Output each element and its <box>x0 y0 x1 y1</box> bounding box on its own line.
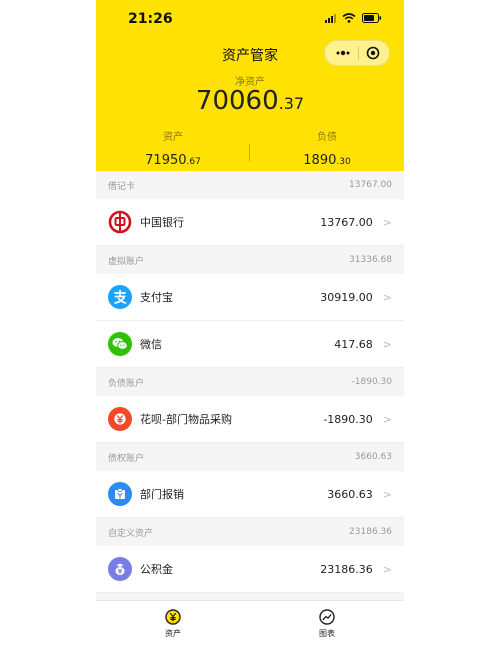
liabilities-label: 负债 <box>317 132 337 143</box>
huabei-icon <box>108 407 132 431</box>
chevron-right-icon: > <box>382 337 392 351</box>
account-list: 借记卡 13767.00 中国银行 13767.00 > 虚拟账户 31336.… <box>96 171 404 593</box>
signal-icon <box>325 13 336 23</box>
trend-chart-icon <box>319 609 335 625</box>
wifi-icon <box>342 13 356 23</box>
account-name: 部门报销 <box>140 488 184 501</box>
liabilities-int: 1890 <box>303 153 337 168</box>
section-title: 自定义资产 <box>108 528 154 539</box>
reimbursement-icon <box>108 482 132 506</box>
account-row-housing-fund[interactable]: 公积金 23186.36 > <box>96 546 404 593</box>
tab-charts[interactable]: 图表 <box>250 601 404 648</box>
account-name: 花呗-部门物品采购 <box>140 413 232 426</box>
account-row-wechat[interactable]: 微信 417.68 > <box>96 321 404 368</box>
assets-value: 71950.67 <box>96 149 250 168</box>
chevron-right-icon: > <box>382 487 392 501</box>
section-header: 债权账户 3660.63 <box>96 443 404 471</box>
section-header: 负债账户 -1890.30 <box>96 368 404 396</box>
more-dots-icon[interactable] <box>335 50 351 56</box>
account-amount: 417.68 <box>334 337 373 351</box>
chevron-right-icon: > <box>382 290 392 304</box>
account-row-reimbursement[interactable]: 部门报销 3660.63 > <box>96 471 404 518</box>
chevron-right-icon: > <box>382 562 392 576</box>
liabilities-value: 1890.30 <box>250 149 404 168</box>
section-header: 借记卡 13767.00 <box>96 171 404 199</box>
section-title: 债权账户 <box>108 453 145 464</box>
account-row-bank-of-china[interactable]: 中国银行 13767.00 > <box>96 199 404 246</box>
app-screen: 21:26 资产管家 净资产 70060.37 资产 71950.67 负债 1… <box>96 0 404 648</box>
section-header: 自定义资产 23186.36 <box>96 518 404 546</box>
account-amount: 23186.36 <box>320 562 373 576</box>
liabilities-summary: 负债 1890.30 <box>250 128 404 168</box>
asset-header: 21:26 资产管家 净资产 70060.37 资产 71950.67 负债 1… <box>96 0 404 171</box>
tab-label: 图表 <box>319 629 335 638</box>
account-row-huabei[interactable]: 花呗-部门物品采购 -1890.30 > <box>96 396 404 443</box>
bank-of-china-icon <box>108 210 132 234</box>
tab-label: 资产 <box>165 629 181 638</box>
net-assets-int: 70060 <box>195 86 279 116</box>
section-total: 23186.36 <box>349 527 392 537</box>
account-row-alipay[interactable]: 支付宝 30919.00 > <box>96 274 404 321</box>
assets-int: 71950 <box>145 153 187 168</box>
account-amount: 3660.63 <box>327 487 373 501</box>
account-name: 中国银行 <box>140 216 184 229</box>
account-name: 公积金 <box>140 563 173 576</box>
wechat-icon <box>108 332 132 356</box>
liabilities-dec: .30 <box>336 157 351 167</box>
tab-assets[interactable]: 资产 <box>96 601 250 648</box>
account-name: 支付宝 <box>140 291 173 304</box>
section-total: 13767.00 <box>349 180 392 190</box>
section-title: 负债账户 <box>108 378 145 389</box>
section-total: 3660.63 <box>354 452 392 462</box>
assets-label: 资产 <box>163 132 183 143</box>
account-name: 微信 <box>140 338 162 351</box>
battery-icon <box>362 13 382 23</box>
account-amount: 30919.00 <box>320 290 373 304</box>
housing-fund-icon <box>108 557 132 581</box>
bottom-tab-bar: 资产 图表 <box>96 600 404 648</box>
account-amount: 13767.00 <box>320 215 373 229</box>
assets-dec: .67 <box>186 157 201 167</box>
section-header: 虚拟账户 31336.68 <box>96 246 404 274</box>
chevron-right-icon: > <box>382 412 392 426</box>
net-assets-dec: .37 <box>278 94 305 113</box>
chevron-right-icon: > <box>382 215 392 229</box>
net-assets-value: 70060.37 <box>96 86 404 116</box>
section-title: 借记卡 <box>108 181 136 192</box>
status-time: 21:26 <box>128 11 173 27</box>
close-target-icon[interactable] <box>366 46 380 60</box>
assets-summary: 资产 71950.67 <box>96 128 250 168</box>
yen-coin-icon <box>165 609 181 625</box>
capsule-divider <box>357 46 359 60</box>
account-amount: -1890.30 <box>323 412 373 426</box>
alipay-icon <box>108 285 132 309</box>
mini-program-capsule <box>324 40 390 66</box>
section-total: -1890.30 <box>351 377 392 387</box>
status-icons <box>325 13 382 23</box>
section-total: 31336.68 <box>349 255 392 265</box>
section-title: 虚拟账户 <box>108 256 145 267</box>
